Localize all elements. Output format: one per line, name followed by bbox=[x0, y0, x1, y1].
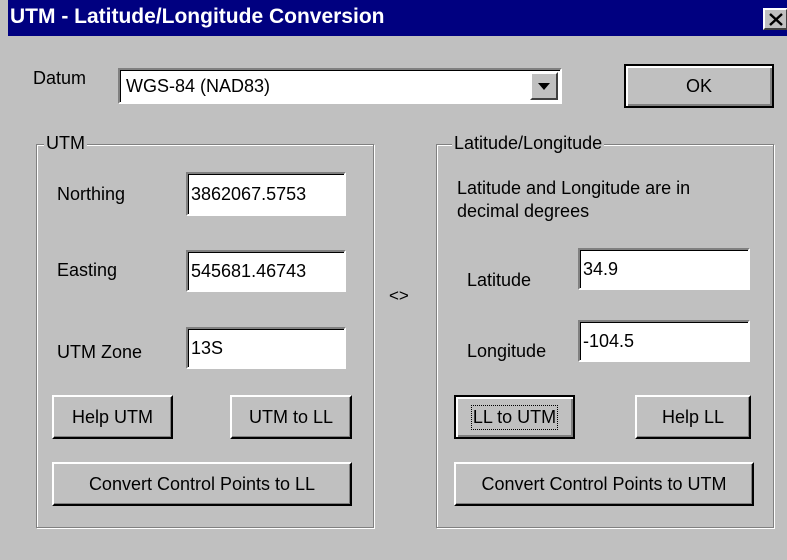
datum-dropdown-button[interactable] bbox=[530, 72, 558, 100]
close-icon bbox=[768, 12, 783, 26]
help-utm-button-label: Help UTM bbox=[71, 406, 153, 427]
ok-button[interactable]: OK bbox=[624, 64, 774, 108]
chevron-down-icon bbox=[538, 82, 550, 90]
convert-control-points-to-utm-button[interactable]: Convert Control Points to UTM bbox=[454, 462, 754, 506]
window-title: UTM - Latitude/Longitude Conversion bbox=[10, 5, 385, 28]
longitude-input[interactable] bbox=[578, 320, 750, 362]
title-bar[interactable]: UTM - Latitude/Longitude Conversion bbox=[8, 0, 787, 36]
convert-control-points-to-utm-label: Convert Control Points to UTM bbox=[481, 473, 727, 494]
utm-to-ll-button-label: UTM to LL bbox=[248, 406, 334, 427]
latitude-input[interactable] bbox=[578, 248, 750, 290]
datum-label: Datum bbox=[33, 68, 87, 88]
utm-to-ll-button[interactable]: UTM to LL bbox=[230, 395, 352, 439]
convert-control-points-to-ll-button[interactable]: Convert Control Points to LL bbox=[52, 462, 352, 506]
decimal-degrees-note-line1: Latitude and Longitude are in bbox=[457, 178, 691, 198]
utm-zone-input[interactable] bbox=[186, 327, 346, 369]
decimal-degrees-note-line2: decimal degrees bbox=[457, 201, 590, 221]
datum-selected-value: WGS-84 (NAD83) bbox=[126, 76, 271, 96]
easting-label: Easting bbox=[57, 260, 118, 280]
swap-indicator: <> bbox=[389, 286, 409, 305]
help-utm-button[interactable]: Help UTM bbox=[52, 395, 173, 439]
help-ll-button[interactable]: Help LL bbox=[635, 395, 751, 439]
close-button[interactable] bbox=[763, 8, 787, 30]
help-ll-button-label: Help LL bbox=[661, 406, 725, 427]
convert-control-points-to-ll-label: Convert Control Points to LL bbox=[88, 473, 316, 494]
northing-label: Northing bbox=[57, 184, 126, 204]
utm-zone-label: UTM Zone bbox=[57, 342, 143, 362]
ll-to-utm-button-label: LL to UTM bbox=[470, 404, 559, 430]
lat-long-group-legend: Latitude/Longitude bbox=[452, 133, 605, 154]
utm-group-legend: UTM bbox=[44, 133, 87, 154]
easting-input[interactable] bbox=[186, 250, 346, 292]
ll-to-utm-button[interactable]: LL to UTM bbox=[454, 395, 575, 439]
datum-dropdown[interactable]: WGS-84 (NAD83) bbox=[118, 68, 562, 104]
ok-button-label: OK bbox=[685, 75, 712, 96]
northing-input[interactable] bbox=[186, 172, 346, 216]
latitude-label: Latitude bbox=[467, 270, 532, 290]
utm-conversion-dialog: UTM - Latitude/Longitude Conversion Datu… bbox=[0, 0, 787, 560]
longitude-label: Longitude bbox=[467, 341, 547, 361]
